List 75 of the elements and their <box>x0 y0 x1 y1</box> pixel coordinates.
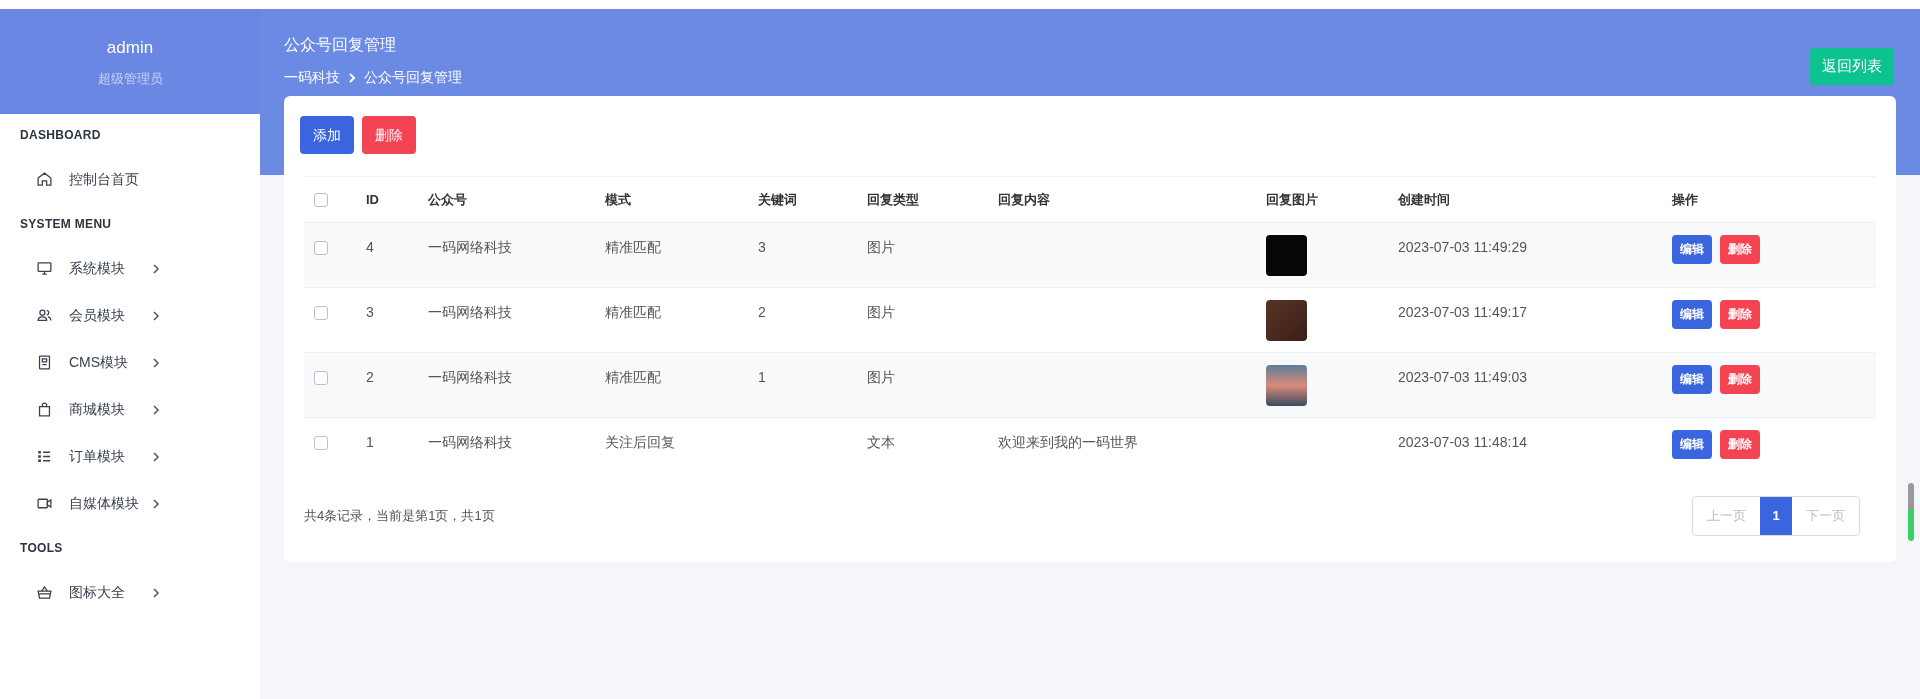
record-summary: 共4条记录，当前是第1页，共1页 <box>304 507 495 526</box>
list-icon <box>36 448 53 465</box>
edit-button[interactable]: 编辑 <box>1672 364 1712 394</box>
sidebar-item[interactable]: CMS模块 <box>0 339 260 386</box>
section-heading: DASHBOARD <box>19 127 102 144</box>
page-button[interactable]: 1 <box>1760 497 1792 535</box>
edit-button[interactable]: 编辑 <box>1672 429 1712 459</box>
table-cell: 2 <box>366 368 374 385</box>
add-button[interactable]: 添加 <box>300 116 354 154</box>
breadcrumb-link[interactable]: 一码科技 <box>284 67 340 88</box>
edit-button[interactable]: 编辑 <box>1672 299 1712 329</box>
delete-button[interactable]: 删除 <box>1720 364 1760 394</box>
monitor-icon <box>36 260 53 277</box>
table-cell: 2023-07-03 11:49:29 <box>1398 238 1527 255</box>
column-header: 操作 <box>1672 191 1698 207</box>
column-header: 创建时间 <box>1398 191 1450 207</box>
table-cell: 2023-07-03 11:48:14 <box>1398 433 1527 450</box>
column-header: 关键词 <box>758 191 797 207</box>
basket-icon <box>36 584 53 601</box>
section-heading: SYSTEM MENU <box>19 216 113 233</box>
chevron-right-icon <box>348 72 356 83</box>
home-icon <box>36 171 53 188</box>
delete-button[interactable]: 删除 <box>1720 299 1760 329</box>
table-cell: 2023-07-03 11:49:03 <box>1398 368 1527 385</box>
breadcrumb-link[interactable]: 公众号回复管理 <box>364 67 462 88</box>
section-heading: TOOLS <box>19 540 64 557</box>
users-icon <box>36 307 53 324</box>
column-header: 回复内容 <box>998 191 1050 207</box>
table-cell: 3 <box>758 238 766 255</box>
checkbox[interactable] <box>314 370 328 385</box>
checkbox[interactable] <box>314 435 328 450</box>
sidebar-item[interactable]: 控制台首页 <box>0 156 260 203</box>
table-cell: 文本 <box>867 433 895 450</box>
table-cell: 图片 <box>867 368 895 385</box>
sidebar-item[interactable]: 会员模块 <box>0 292 260 339</box>
column-header: 回复图片 <box>1266 191 1318 207</box>
sidebar-item[interactable]: 商城模块 <box>0 386 260 433</box>
document-icon <box>36 354 53 371</box>
table-cell: 2 <box>758 303 766 320</box>
table-cell: 关注后回复 <box>605 433 675 450</box>
user-name: admin <box>106 37 154 59</box>
column-header: 模式 <box>605 191 631 207</box>
sidebar-item[interactable]: 系统模块 <box>0 245 260 292</box>
edit-button[interactable]: 编辑 <box>1672 234 1712 264</box>
user-role: 超级管理员 <box>97 69 163 88</box>
sidebar-item[interactable]: 订单模块 <box>0 433 260 480</box>
checkbox[interactable] <box>314 193 328 208</box>
page-title: 公众号回复管理 <box>284 35 397 55</box>
scrollbar-drawing <box>1908 483 1914 541</box>
column-header: ID <box>366 191 379 207</box>
table-cell: 3 <box>366 303 374 320</box>
sidebar-item[interactable]: 图标大全 <box>0 569 260 616</box>
table-cell: 图片 <box>867 303 895 320</box>
delete-button[interactable]: 删除 <box>1720 234 1760 264</box>
delete-button[interactable]: 删除 <box>1720 429 1760 459</box>
table-cell: 4 <box>366 238 374 255</box>
table-cell: 精准匹配 <box>605 368 661 385</box>
table-cell: 一码网络科技 <box>428 433 512 450</box>
table-cell: 精准匹配 <box>605 238 661 255</box>
checkbox[interactable] <box>314 305 328 320</box>
sidebar-item[interactable]: 自媒体模块 <box>0 480 260 527</box>
table-cell: 2023-07-03 11:49:17 <box>1398 303 1527 320</box>
column-header: 回复类型 <box>867 191 919 207</box>
table-cell: 精准匹配 <box>605 303 661 320</box>
delete-button[interactable]: 删除 <box>362 116 416 154</box>
table-cell: 图片 <box>867 238 895 255</box>
table-cell: 一码网络科技 <box>428 238 512 255</box>
table-cell: 一码网络科技 <box>428 303 512 320</box>
shopping-bag-icon <box>36 401 53 418</box>
checkbox[interactable] <box>314 240 328 255</box>
table-cell: 1 <box>366 433 374 450</box>
table-cell: 欢迎来到我的一码世界 <box>998 433 1138 450</box>
column-header: 公众号 <box>428 191 467 207</box>
table-cell: 一码网络科技 <box>428 368 512 385</box>
table-cell: 1 <box>758 368 766 385</box>
